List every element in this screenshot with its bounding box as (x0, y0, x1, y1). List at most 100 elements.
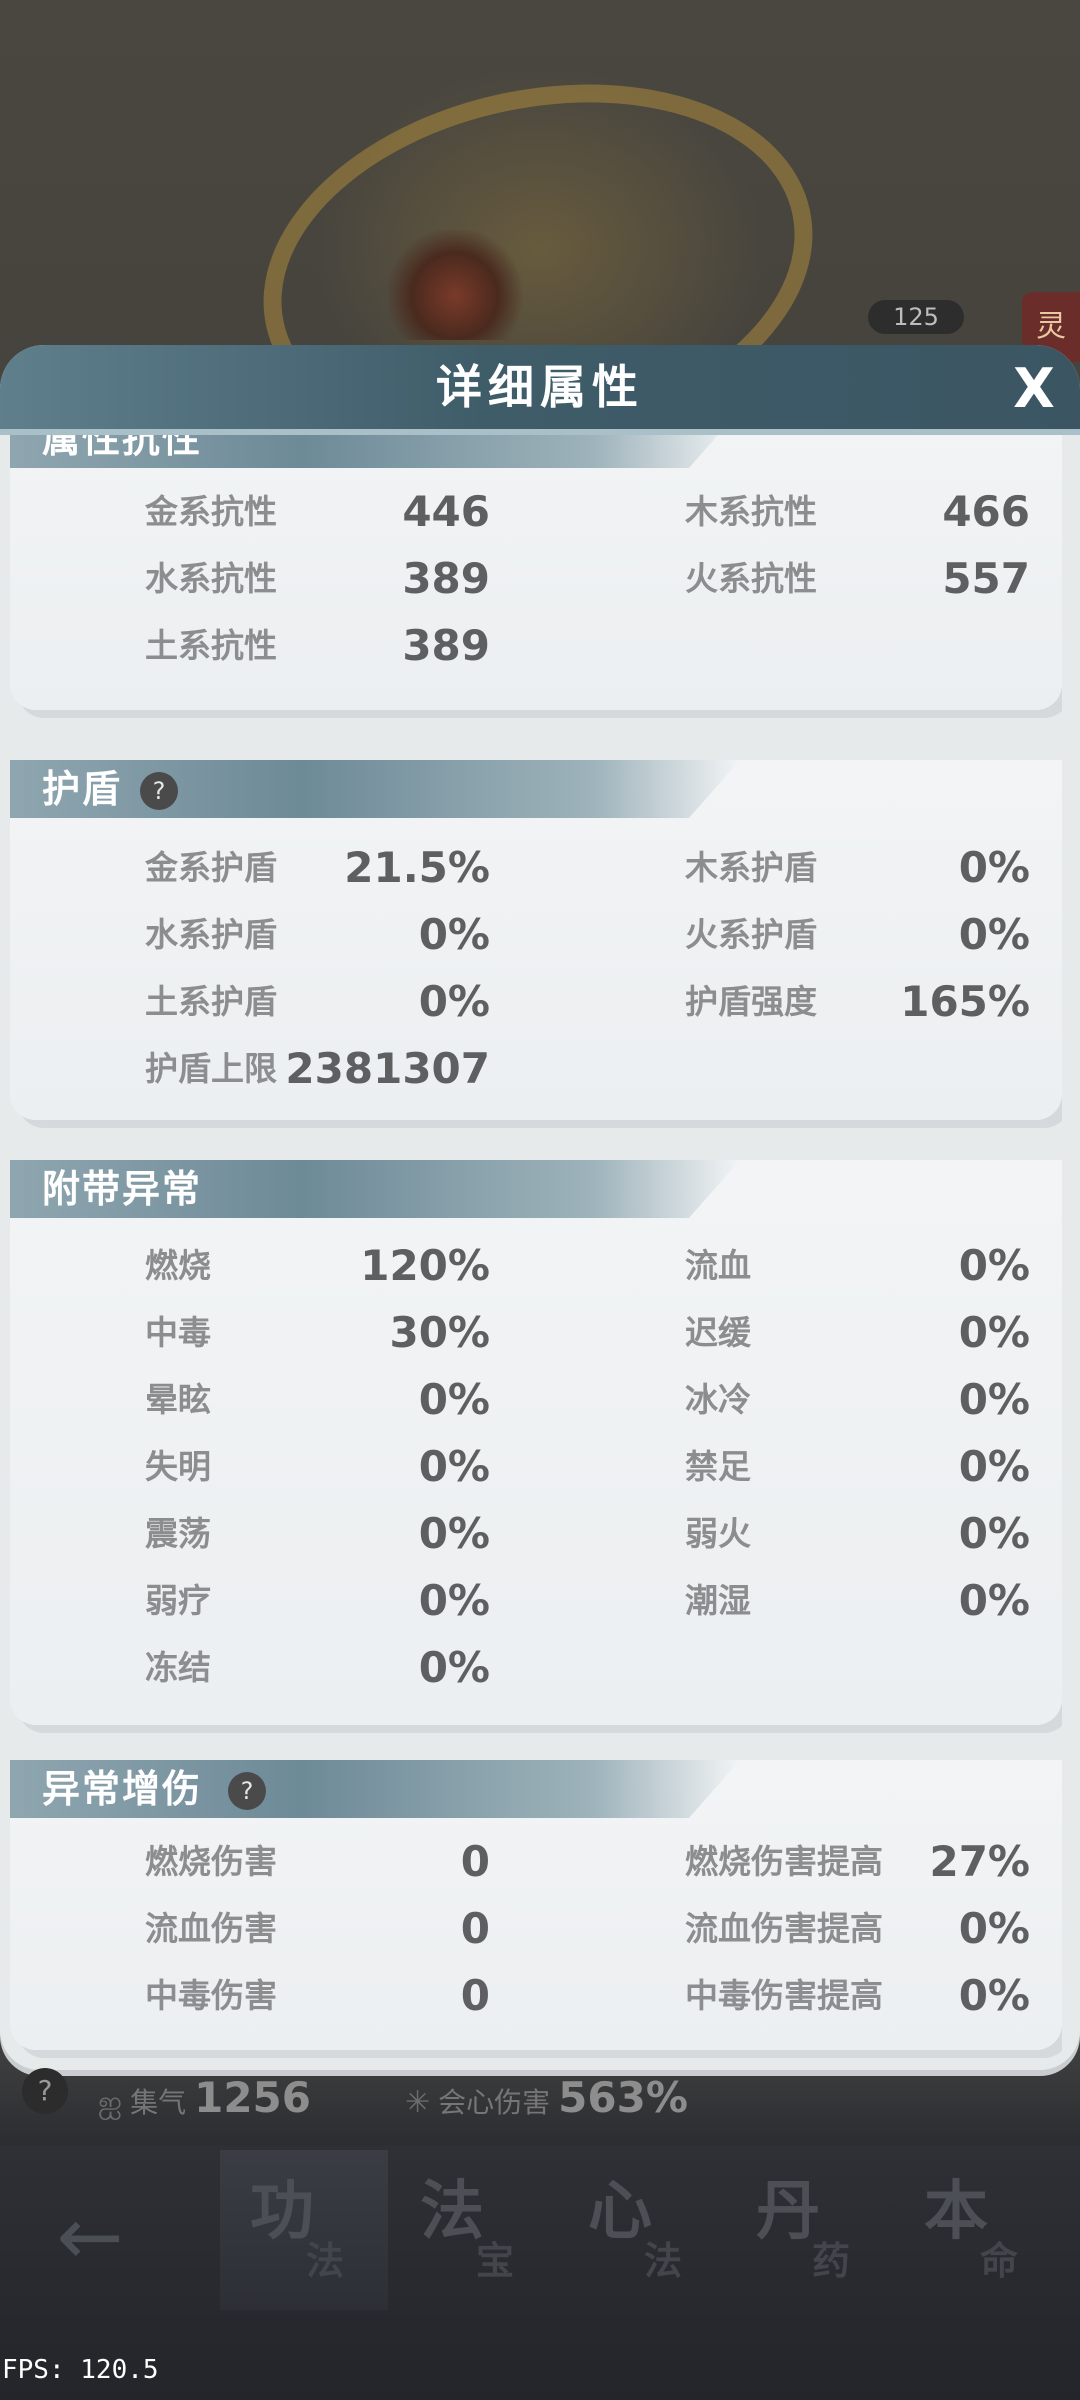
tab-sub-label: 药 (812, 2239, 851, 2283)
stat-value: 27% (929, 1837, 1030, 1886)
tab-fabao[interactable]: 法 宝 (390, 2150, 558, 2310)
stat-row: 火系抗性 557 (685, 549, 1030, 609)
stat-value: 0% (958, 1241, 1030, 1290)
detail-attributes-panel: 详细属性 X 属性抗性 金系抗性 446 木系抗性 466 水系抗性 389 火… (0, 345, 1080, 2070)
stat-row: 木系护盾 0% (685, 838, 1030, 898)
stat-value: 0% (418, 1442, 490, 1491)
help-icon[interactable]: ? (228, 1772, 266, 1810)
stat-row: 弱火 0% (685, 1504, 1030, 1564)
stat-value: 0% (958, 843, 1030, 892)
stat-label: 中毒伤害提高 (685, 1976, 883, 2015)
stat-value: 165% (900, 977, 1030, 1026)
stat-value: 0% (958, 1509, 1030, 1558)
stat-value: 0 (460, 1971, 490, 2020)
stat-label: 燃烧伤害 (145, 1842, 277, 1881)
stat-value: 446 (402, 487, 490, 536)
stat-row: 护盾强度 165% (685, 972, 1030, 1032)
stat-row: 土系护盾 0% (145, 972, 490, 1032)
section-shield: 护盾 ? 金系护盾 21.5% 木系护盾 0% 水系护盾 0% 火系护盾 0% … (10, 760, 1062, 1120)
tab-main-label: 丹 (756, 2175, 820, 2249)
crit-damage-stat: ✳ 会心伤害 563% (405, 2068, 688, 2128)
back-arrow-icon[interactable]: ← (48, 2195, 132, 2279)
stat-value: 389 (402, 554, 490, 603)
stat-value: 21.5% (344, 843, 490, 892)
stat-value: 389 (402, 621, 490, 670)
stat-row: 金系护盾 21.5% (145, 838, 490, 898)
stat-label: 迟缓 (685, 1313, 751, 1352)
crit-label: 会心伤害 (438, 2086, 551, 2119)
stat-label: 震荡 (145, 1514, 211, 1553)
stat-value: 0% (958, 1971, 1030, 2020)
stat-value: 0% (958, 910, 1030, 959)
strip-help-icon[interactable]: ? (22, 2068, 68, 2114)
tab-gongfa[interactable]: 功 法 (220, 2150, 388, 2310)
stat-value: 557 (942, 554, 1030, 603)
tab-main-label: 心 (588, 2175, 652, 2249)
stat-label: 失明 (145, 1447, 211, 1486)
fps-counter: FPS: 120.5 (2, 2355, 159, 2385)
qi-value: 1256 (194, 2073, 312, 2122)
tab-main-label: 法 (420, 2175, 484, 2249)
stat-label: 弱疗 (145, 1581, 211, 1620)
tab-danyao[interactable]: 丹 药 (726, 2150, 894, 2310)
star-burst-icon: ✳ (405, 2085, 431, 2120)
stat-row: 冰冷 0% (685, 1370, 1030, 1430)
character-crest (385, 230, 525, 340)
stat-label: 护盾强度 (685, 982, 817, 1021)
stat-row: 木系抗性 466 (685, 482, 1030, 542)
stat-row: 水系抗性 389 (145, 549, 490, 609)
stat-value: 0% (958, 1442, 1030, 1491)
stat-label: 木系护盾 (685, 848, 817, 887)
stat-label: 流血 (685, 1246, 751, 1285)
stat-value: 120% (360, 1241, 490, 1290)
tab-main-label: 功 (250, 2175, 314, 2249)
stat-label: 火系护盾 (685, 915, 817, 954)
stat-value: 466 (942, 487, 1030, 536)
stat-value: 0% (418, 1375, 490, 1424)
level-badge: 125 (868, 300, 964, 334)
stat-row: 流血伤害 0 (145, 1899, 490, 1959)
section-title: 护盾 (42, 767, 123, 811)
tab-sub-label: 宝 (476, 2239, 515, 2283)
stat-label: 水系抗性 (145, 559, 277, 598)
stat-label: 水系护盾 (145, 915, 277, 954)
attributes-scroll-area[interactable]: 属性抗性 金系抗性 446 木系抗性 466 水系抗性 389 火系抗性 557… (10, 435, 1062, 2060)
crit-value: 563% (558, 2073, 688, 2122)
help-icon[interactable]: ? (140, 772, 178, 810)
stat-value: 0% (958, 1576, 1030, 1625)
section-title: 异常增伤 (42, 1767, 203, 1811)
stat-label: 冰冷 (685, 1380, 751, 1419)
qi-label: 集气 (130, 2086, 187, 2119)
stat-row: 迟缓 0% (685, 1303, 1030, 1363)
stat-label: 金系护盾 (145, 848, 277, 887)
stat-row: 晕眩 0% (145, 1370, 490, 1430)
stat-label: 燃烧 (145, 1246, 211, 1285)
stat-row: 禁足 0% (685, 1437, 1030, 1497)
section-abnormal-status: 附带异常 燃烧 120% 流血 0% 中毒 30% 迟缓 0% 晕眩 0% 冰冷… (10, 1160, 1062, 1725)
stat-row: 潮湿 0% (685, 1571, 1030, 1631)
stat-value: 30% (389, 1308, 490, 1357)
close-button[interactable]: X (1006, 361, 1062, 417)
stat-value: 2381307 (285, 1044, 490, 1093)
tab-xinfa[interactable]: 心 法 (558, 2150, 726, 2310)
stat-value: 0% (418, 977, 490, 1026)
stat-value: 0% (958, 1308, 1030, 1357)
section-title: 属性抗性 (42, 435, 203, 461)
stat-value: 0% (418, 1643, 490, 1692)
section-element-resistance: 属性抗性 金系抗性 446 木系抗性 466 水系抗性 389 火系抗性 557… (10, 435, 1062, 710)
stat-row: 弱疗 0% (145, 1571, 490, 1631)
stat-label: 护盾上限 (145, 1049, 277, 1088)
stat-row: 燃烧伤害 0 (145, 1832, 490, 1892)
stat-row: 失明 0% (145, 1437, 490, 1497)
tab-sub-label: 命 (980, 2239, 1019, 2283)
stat-label: 火系抗性 (685, 559, 817, 598)
stat-row: 土系抗性 389 (145, 616, 490, 676)
stat-row: 流血 0% (685, 1236, 1030, 1296)
stat-label: 中毒 (145, 1313, 211, 1352)
section-title: 附带异常 (42, 1167, 203, 1211)
tab-benming[interactable]: 本 命 (894, 2150, 1062, 2310)
stat-row: 燃烧 120% (145, 1236, 490, 1296)
stat-value: 0 (460, 1837, 490, 1886)
stat-value: 0% (418, 910, 490, 959)
stat-row: 中毒 30% (145, 1303, 490, 1363)
